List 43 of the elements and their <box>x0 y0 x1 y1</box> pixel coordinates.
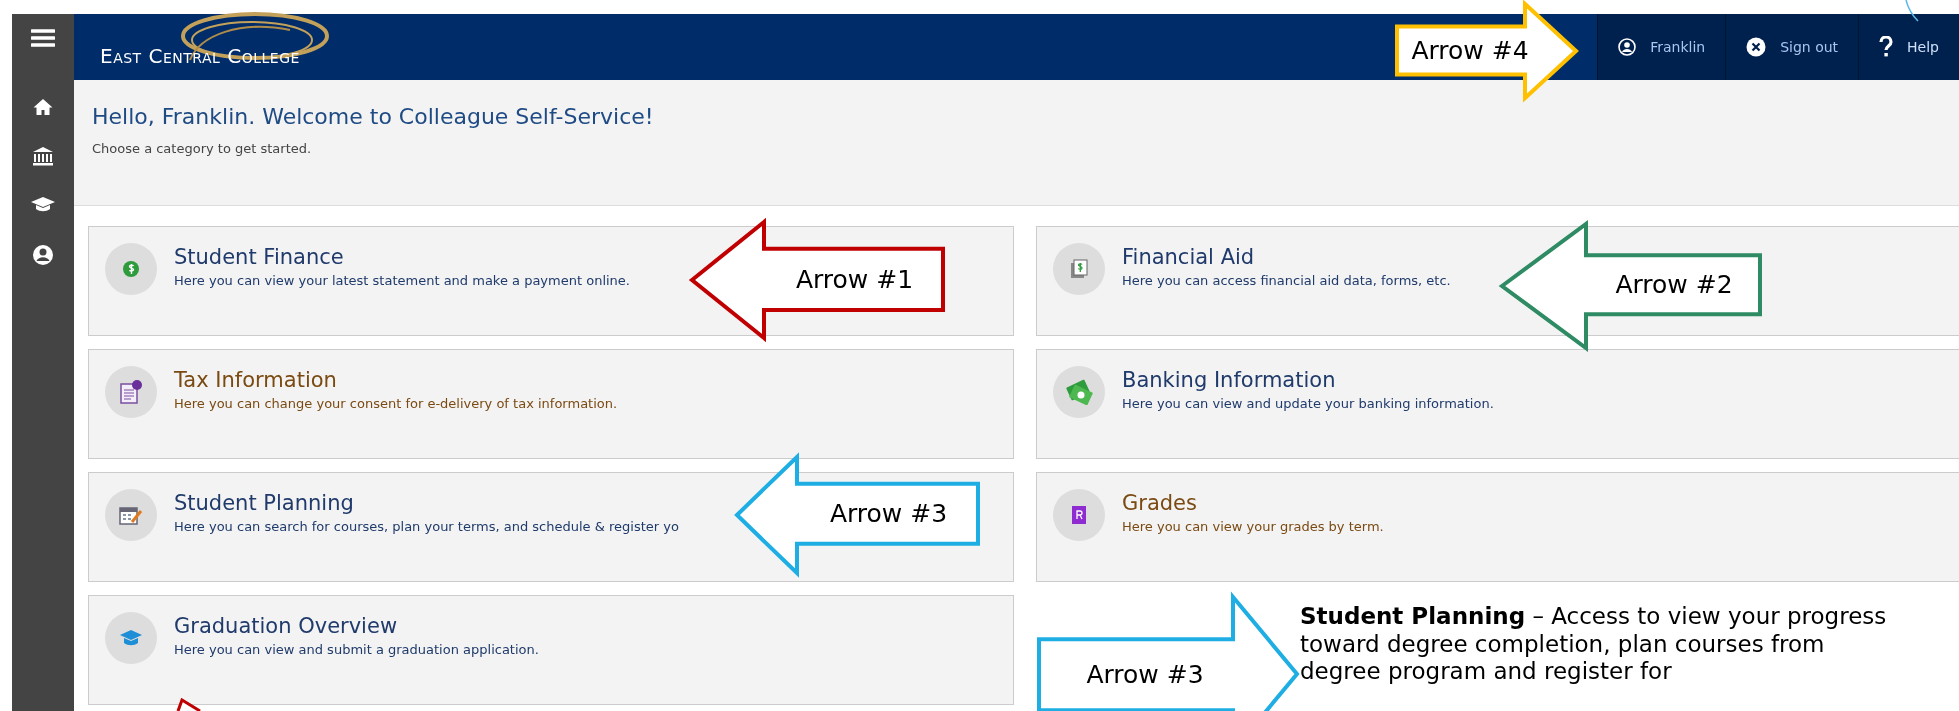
help-button[interactable]: Help <box>1858 14 1959 80</box>
category-title[interactable]: Grades <box>1122 491 1384 515</box>
category-title[interactable]: Student Finance <box>174 245 630 269</box>
category-title[interactable]: Tax Information <box>174 368 618 392</box>
banknotes-icon <box>1064 379 1094 405</box>
category-card[interactable]: Banking Information Here you can view and update your banking information. <box>1036 349 1959 459</box>
category-description: Here you can change your consent for e-delivery of tax information. <box>174 396 618 411</box>
category-description: Here you can search for courses, plan your terms, and schedule & register yo <box>174 519 679 534</box>
category-description: Here you can view your grades by term. <box>1122 519 1384 534</box>
bank-icon[interactable] <box>32 146 54 166</box>
category-card[interactable]: Graduation Overview Here you can view and submit a graduation application. <box>88 595 1014 705</box>
category-card[interactable]: Tax Information Here you can change your consent for e-delivery of tax information. <box>88 349 1014 459</box>
category-title[interactable]: Student Planning <box>174 491 679 515</box>
callout-arrow: Arrow #4 <box>1395 2 1578 100</box>
category-card[interactable]: Grades Here you can view your grades by term. <box>1036 472 1959 582</box>
user-icon[interactable] <box>32 244 54 266</box>
category-description: Here you can access financial aid data, forms, etc. <box>1122 273 1451 288</box>
graduation-cap-icon[interactable] <box>30 196 56 214</box>
dollar-coin-icon <box>122 260 140 278</box>
user-button[interactable]: Franklin <box>1597 14 1726 80</box>
annotation-note: Student Planning – Access to view your progress toward degree completion, plan courses from degree program and register for <box>1300 603 1888 686</box>
callout-arrow: Arrow #1 <box>690 220 945 340</box>
graduation-cap-icon <box>119 628 143 648</box>
money-document-icon <box>1069 259 1089 279</box>
welcome-heading: Hello, Franklin. Welcome to Colleague Self-Service! <box>92 104 655 129</box>
callout-arrow: Arrow #2 <box>1500 222 1762 350</box>
category-title[interactable]: Financial Aid <box>1122 245 1451 269</box>
category-description: Here you can view and submit a graduation application. <box>174 642 539 657</box>
close-icon <box>1746 37 1767 57</box>
question-mark-icon <box>1879 36 1894 58</box>
user-icon <box>1618 38 1637 56</box>
grade-report-icon <box>1071 505 1087 525</box>
tax-document-icon <box>119 379 143 405</box>
category-description: Here you can view and update your banking information. <box>1122 396 1494 411</box>
menu-icon[interactable] <box>31 28 55 48</box>
home-icon[interactable] <box>33 98 53 116</box>
callout-arrow: Arrow #3 <box>735 455 980 575</box>
category-description: Here you can view your latest statement and make a payment online. <box>174 273 630 288</box>
welcome-subtitle: Choose a category to get started. <box>92 141 313 156</box>
category-title[interactable]: Graduation Overview <box>174 614 539 638</box>
sign-out-button[interactable]: Sign out <box>1725 14 1859 80</box>
curve-line <box>1905 0 1919 22</box>
category-title[interactable]: Banking Information <box>1122 368 1494 392</box>
